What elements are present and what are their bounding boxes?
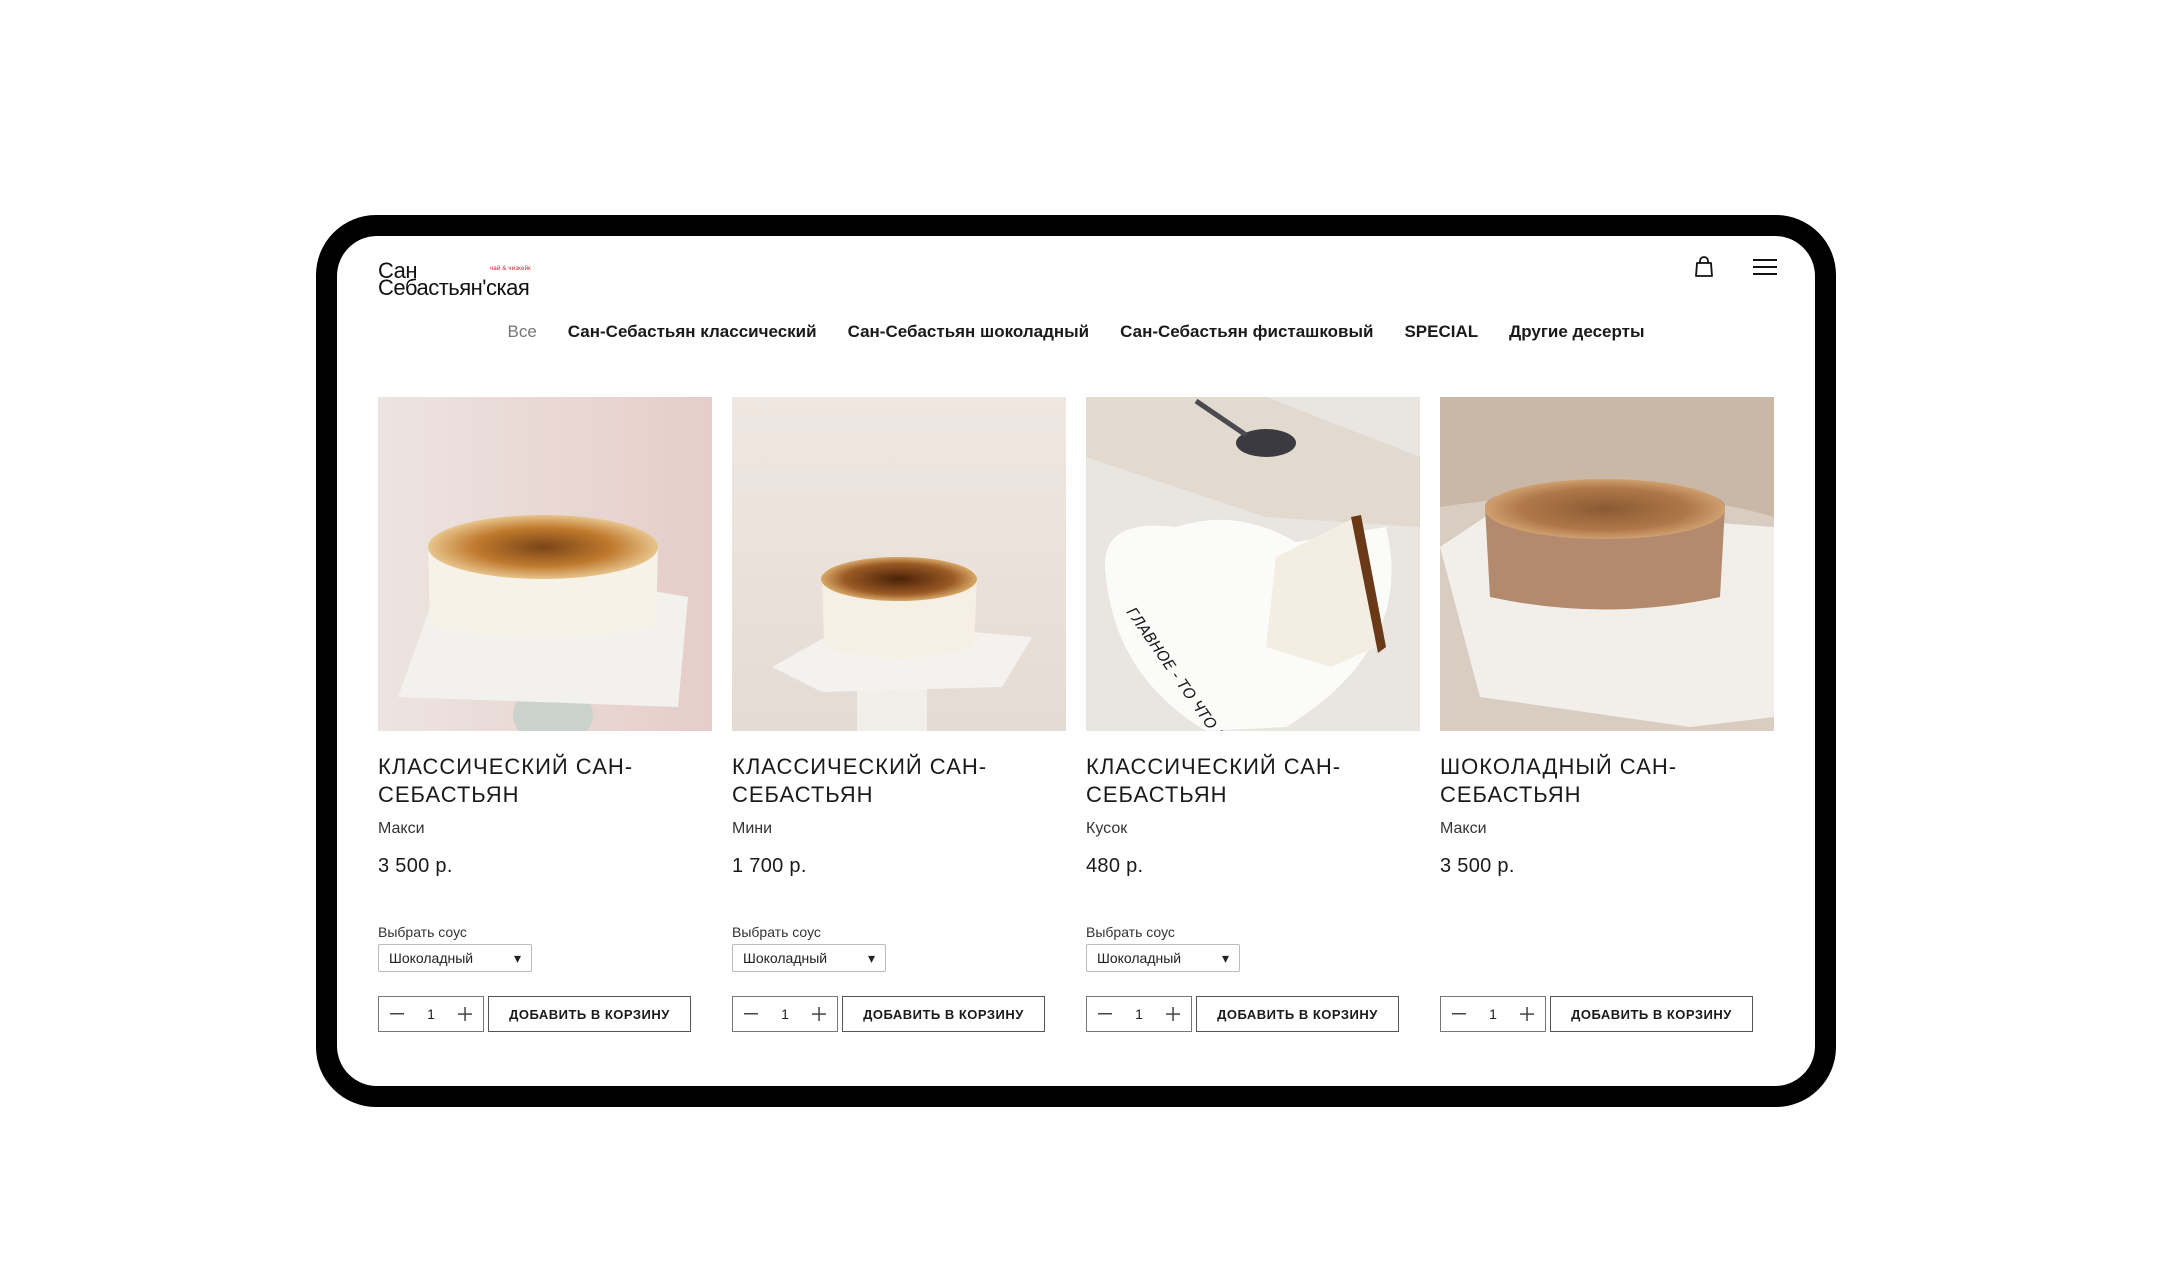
add-to-cart-button[interactable]: ДОБАВИТЬ В КОРЗИНУ	[488, 996, 691, 1032]
dropdown-arrow-icon: ▾	[867, 949, 875, 966]
sauce-select[interactable]: Шоколадный ▾	[378, 944, 532, 972]
sauce-label: Выбрать соус	[732, 924, 821, 940]
brand-logo[interactable]: Сан Себастьян'ская чай & чизкейк	[378, 249, 548, 299]
category-chocolate[interactable]: Сан-Себастьян шоколадный	[848, 322, 1090, 342]
sauce-label: Выбрать соус	[378, 924, 467, 940]
tablet-screen: Сан Себастьян'ская чай & чизкейк Все Сан…	[337, 236, 1815, 1086]
sauce-select[interactable]: Шоколадный ▾	[1086, 944, 1240, 972]
category-all[interactable]: Все	[508, 322, 537, 342]
product-photo[interactable]: ГЛАВНОЕ - ТО ЧТО ВНУТРИ	[1086, 397, 1420, 731]
product-price: 480 р.	[1086, 855, 1144, 877]
sauce-select-value: Шоколадный	[1097, 950, 1182, 966]
sauce-selector: Выбрать соус Шоколадный ▾	[1086, 924, 1240, 972]
quantity-value[interactable]: 1	[781, 1006, 789, 1022]
add-to-cart-button[interactable]: ДОБАВИТЬ В КОРЗИНУ	[1550, 996, 1753, 1032]
plus-icon[interactable]	[1165, 1006, 1181, 1022]
minus-icon[interactable]	[1097, 1006, 1113, 1022]
product-title[interactable]: Классический Сан-Себастьян	[1086, 753, 1406, 809]
product-variant: Макси	[378, 820, 425, 837]
minus-icon[interactable]	[389, 1006, 405, 1022]
category-other-desserts[interactable]: Другие десерты	[1509, 322, 1644, 342]
product-card: Классический Сан-Себастьян Мини 1 700 р.…	[732, 397, 1066, 1032]
quantity-value[interactable]: 1	[1489, 1006, 1497, 1022]
product-price: 3 500 р.	[378, 855, 453, 877]
minus-icon[interactable]	[743, 1006, 759, 1022]
sauce-selector: Выбрать соус Шоколадный ▾	[732, 924, 886, 972]
quantity-value[interactable]: 1	[1135, 1006, 1143, 1022]
category-pistachio[interactable]: Сан-Себастьян фисташковый	[1120, 322, 1373, 342]
quantity-stepper: 1	[1086, 996, 1192, 1032]
logo-line-2: Себастьян'ская	[378, 275, 530, 300]
quantity-value[interactable]: 1	[427, 1006, 435, 1022]
shopping-bag-icon[interactable]	[1688, 251, 1720, 283]
sauce-label: Выбрать соус	[1086, 924, 1175, 940]
product-variant: Мини	[732, 820, 773, 837]
product-card: Классический Сан-Себастьян Макси 3 500 р…	[378, 397, 712, 1032]
add-to-cart-button[interactable]: ДОБАВИТЬ В КОРЗИНУ	[1196, 996, 1399, 1032]
category-special[interactable]: SPECIAL	[1404, 322, 1478, 342]
quantity-stepper: 1	[1440, 996, 1546, 1032]
product-title[interactable]: Классический Сан-Себастьян	[378, 753, 698, 809]
sauce-select[interactable]: Шоколадный ▾	[732, 944, 886, 972]
quantity-stepper: 1	[732, 996, 838, 1032]
product-title[interactable]: Шоколадный Сан-Себастьян	[1440, 753, 1760, 809]
minus-icon[interactable]	[1451, 1006, 1467, 1022]
plus-icon[interactable]	[457, 1006, 473, 1022]
product-card: ГЛАВНОЕ - ТО ЧТО ВНУТРИ Классический Сан…	[1086, 397, 1420, 1032]
product-photo[interactable]	[732, 397, 1066, 731]
sauce-select-value: Шоколадный	[389, 950, 474, 966]
quantity-stepper: 1	[378, 996, 484, 1032]
hamburger-menu-icon[interactable]	[1749, 251, 1781, 283]
product-title[interactable]: Классический Сан-Себастьян	[732, 753, 1052, 809]
product-variant: Кусок	[1086, 820, 1128, 837]
dropdown-arrow-icon: ▾	[1221, 949, 1229, 966]
product-price: 1 700 р.	[732, 855, 807, 877]
product-price: 3 500 р.	[1440, 855, 1515, 877]
product-photo[interactable]	[1440, 397, 1774, 731]
plus-icon[interactable]	[1519, 1006, 1535, 1022]
category-classic[interactable]: Сан-Себастьян классический	[568, 322, 817, 342]
product-card: Шоколадный Сан-Себастьян Макси 3 500 р. …	[1440, 397, 1774, 1032]
sauce-selector: Выбрать соус Шоколадный ▾	[378, 924, 532, 972]
category-nav: Все Сан-Себастьян классический Сан-Себас…	[337, 322, 1815, 342]
product-variant: Макси	[1440, 820, 1487, 837]
product-photo[interactable]	[378, 397, 712, 731]
sauce-select-value: Шоколадный	[743, 950, 828, 966]
plus-icon[interactable]	[811, 1006, 827, 1022]
logo-tagline: чай & чизкейк	[490, 266, 531, 272]
add-to-cart-button[interactable]: ДОБАВИТЬ В КОРЗИНУ	[842, 996, 1045, 1032]
dropdown-arrow-icon: ▾	[513, 949, 521, 966]
